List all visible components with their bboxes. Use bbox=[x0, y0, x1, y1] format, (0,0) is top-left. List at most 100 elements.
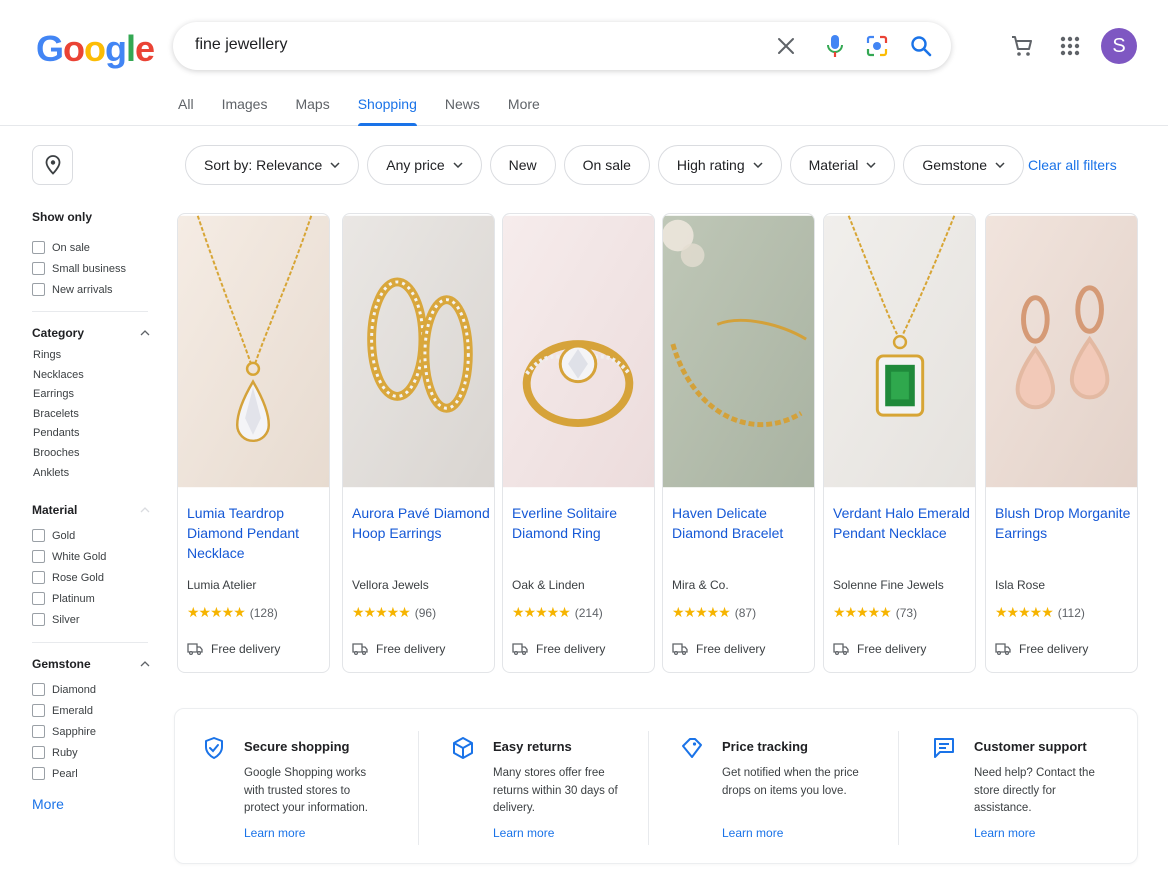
product-image-bracelet[interactable] bbox=[663, 214, 814, 489]
material-chip[interactable]: Material bbox=[789, 145, 896, 185]
product-card[interactable]: Everline Solitaire Diamond Ring Oak & Li… bbox=[502, 213, 655, 673]
price-chip[interactable]: Any price bbox=[367, 145, 482, 185]
search-box[interactable]: fine jewellery bbox=[173, 22, 951, 70]
product-card[interactable]: Haven Delicate Diamond Bracelet Mira & C… bbox=[662, 213, 815, 673]
checkbox-white-gold[interactable]: White Gold bbox=[32, 546, 150, 567]
product-title[interactable]: Everline Solitaire Diamond Ring bbox=[512, 503, 650, 543]
tab-news[interactable]: News bbox=[445, 96, 480, 126]
checkbox[interactable] bbox=[32, 262, 45, 275]
product-title[interactable]: Verdant Halo Emerald Pendant Necklace bbox=[833, 503, 971, 543]
review-count: (112) bbox=[1057, 605, 1085, 620]
product-card[interactable]: Blush Drop Morganite Earrings Isla Rose … bbox=[985, 213, 1138, 673]
checkbox-on-sale[interactable]: On sale bbox=[32, 237, 150, 258]
product-image-pendant[interactable] bbox=[178, 214, 329, 489]
learn-more-link[interactable]: Learn more bbox=[974, 826, 1035, 840]
product-title[interactable]: Haven Delicate Diamond Bracelet bbox=[672, 503, 810, 543]
product-card[interactable]: Verdant Halo Emerald Pendant Necklace So… bbox=[823, 213, 976, 673]
checkbox-emerald[interactable]: Emerald bbox=[32, 700, 150, 721]
truck-icon bbox=[512, 643, 528, 655]
more-filters-link[interactable]: More bbox=[32, 796, 150, 812]
learn-more-link[interactable]: Learn more bbox=[244, 826, 305, 840]
divider bbox=[898, 731, 899, 845]
checkbox-small-business[interactable]: Small business bbox=[32, 258, 150, 279]
lens-icon[interactable] bbox=[865, 34, 889, 58]
product-title[interactable]: Lumia Teardrop Diamond Pendant Necklace bbox=[187, 503, 325, 563]
product-title[interactable]: Blush Drop Morganite Earrings bbox=[995, 503, 1133, 543]
microphone-icon[interactable] bbox=[823, 34, 847, 58]
search-input[interactable]: fine jewellery bbox=[195, 36, 287, 54]
gemstone-header[interactable]: Gemstone bbox=[32, 657, 150, 671]
learn-more-link[interactable]: Learn more bbox=[722, 826, 783, 840]
chevron-up-icon[interactable] bbox=[140, 330, 150, 336]
checkbox[interactable] bbox=[32, 241, 45, 254]
sort-chip[interactable]: Sort by: Relevance bbox=[185, 145, 360, 185]
checkbox[interactable] bbox=[32, 571, 45, 585]
avatar[interactable]: S bbox=[1101, 28, 1137, 64]
product-image-hoop-earrings[interactable] bbox=[343, 214, 494, 489]
checkbox-pearl[interactable]: Pearl bbox=[32, 763, 150, 784]
clear-icon[interactable] bbox=[774, 34, 798, 58]
category-pendants[interactable]: Pendants bbox=[32, 424, 150, 444]
checkbox[interactable] bbox=[32, 613, 45, 627]
on-sale-chip[interactable]: On sale bbox=[563, 145, 650, 185]
clear-filters-link[interactable]: Clear all filters bbox=[1028, 157, 1117, 173]
high-rating-chip[interactable]: High rating bbox=[657, 145, 782, 185]
checkbox[interactable] bbox=[32, 767, 45, 781]
checkbox-diamond[interactable]: Diamond bbox=[32, 679, 150, 700]
search-icon[interactable] bbox=[909, 34, 933, 58]
checkbox-sapphire[interactable]: Sapphire bbox=[32, 721, 150, 742]
checkbox-label: Small business bbox=[52, 262, 126, 275]
checkbox[interactable] bbox=[32, 529, 45, 543]
category-anklets[interactable]: Anklets bbox=[32, 464, 150, 484]
product-card[interactable]: Lumia Teardrop Diamond Pendant Necklace … bbox=[177, 213, 330, 673]
info-title: Price tracking bbox=[722, 739, 808, 754]
cart-icon[interactable] bbox=[1008, 32, 1036, 60]
new-chip[interactable]: New bbox=[489, 145, 556, 185]
product-image-emerald-pendant[interactable] bbox=[824, 214, 975, 489]
checkbox[interactable] bbox=[32, 283, 45, 296]
chevron-up-icon[interactable] bbox=[140, 661, 150, 667]
filter-chips: Sort by: Relevance Any price New On sale… bbox=[185, 145, 1032, 185]
checkbox-gold[interactable]: Gold bbox=[32, 525, 150, 546]
learn-more-link[interactable]: Learn more bbox=[493, 826, 554, 840]
tab-more[interactable]: More bbox=[508, 96, 540, 126]
location-button[interactable] bbox=[32, 145, 73, 185]
checkbox[interactable] bbox=[32, 704, 45, 718]
apps-grid-icon[interactable] bbox=[1056, 32, 1084, 60]
product-image-ring[interactable] bbox=[503, 214, 654, 489]
checkbox[interactable] bbox=[32, 683, 45, 697]
checkbox[interactable] bbox=[32, 746, 45, 760]
checkbox-platinum[interactable]: Platinum bbox=[32, 588, 150, 609]
category-brooches[interactable]: Brooches bbox=[32, 444, 150, 464]
checkbox[interactable] bbox=[32, 592, 45, 606]
tab-all[interactable]: All bbox=[178, 96, 194, 126]
product-title[interactable]: Aurora Pavé Diamond Hoop Earrings bbox=[352, 503, 490, 543]
product-rating: ★★★★★ (214) bbox=[512, 604, 603, 621]
tab-maps[interactable]: Maps bbox=[295, 96, 329, 126]
product-card[interactable]: Aurora Pavé Diamond Hoop Earrings Vellor… bbox=[342, 213, 495, 673]
category-rings[interactable]: Rings bbox=[32, 346, 150, 366]
checkbox-ruby[interactable]: Ruby bbox=[32, 742, 150, 763]
checkbox[interactable] bbox=[32, 550, 45, 564]
gemstone-chip[interactable]: Gemstone bbox=[903, 145, 1025, 185]
category-earrings[interactable]: Earrings bbox=[32, 385, 150, 405]
checkbox[interactable] bbox=[32, 725, 45, 739]
review-count: (214) bbox=[574, 605, 603, 620]
tab-images[interactable]: Images bbox=[222, 96, 268, 126]
chevron-up-icon[interactable] bbox=[140, 507, 150, 513]
product-image-morganite-earrings[interactable] bbox=[986, 214, 1137, 489]
category-header[interactable]: Category bbox=[32, 326, 150, 340]
product-rating: ★★★★★ (128) bbox=[187, 604, 278, 621]
category-necklaces[interactable]: Necklaces bbox=[32, 366, 150, 386]
review-count: (128) bbox=[249, 605, 278, 620]
tab-shopping[interactable]: Shopping bbox=[357, 96, 418, 126]
info-title: Secure shopping bbox=[244, 739, 350, 754]
checkbox-new-arrivals[interactable]: New arrivals bbox=[32, 279, 150, 300]
material-header[interactable]: Material bbox=[32, 503, 150, 517]
checkbox-rose-gold[interactable]: Rose Gold bbox=[32, 567, 150, 588]
logo-letter: G bbox=[36, 28, 64, 69]
box-icon bbox=[453, 737, 473, 759]
category-bracelets[interactable]: Bracelets bbox=[32, 405, 150, 425]
checkbox-silver[interactable]: Silver bbox=[32, 609, 150, 630]
google-logo[interactable]: Google bbox=[36, 28, 155, 70]
